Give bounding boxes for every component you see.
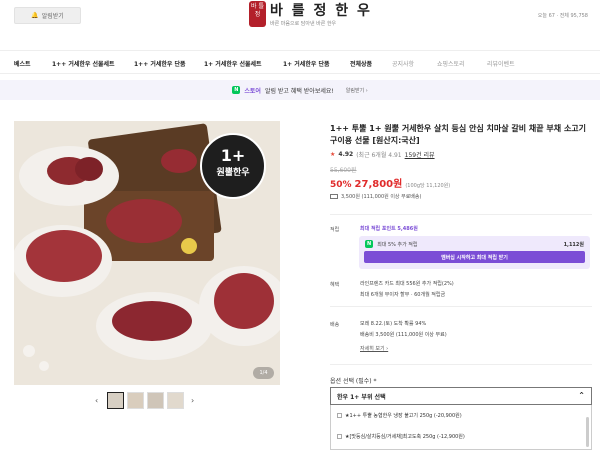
visitor-count: 오늘 67 · 전체 95,758 <box>537 13 588 19</box>
checkbox[interactable] <box>337 413 342 418</box>
notify-button[interactable]: 🔔 알림받기 <box>14 7 81 24</box>
card-label: 혜택 <box>330 282 340 288</box>
nav-item-notice[interactable]: 공지사항 <box>392 59 414 68</box>
review-link[interactable]: 159건 리뷰 <box>405 150 435 159</box>
checkbox[interactable] <box>337 434 342 439</box>
chevron-up-icon: ⌃ <box>578 391 585 400</box>
bell-icon: 🔔 <box>31 12 39 19</box>
grade-badge-bottom: 원뿔한우 <box>216 168 250 178</box>
divider <box>330 364 592 365</box>
store-header: 🔔 알림받기 바 틀 정 바 를 정 한 우 바른 마음으로 담아낸 바른 한우… <box>0 0 600 40</box>
option-select[interactable]: 한우 1+ 부위 선택 ⌃ <box>330 387 592 405</box>
option-list: ★1++ 투뿔 농협한우 냉장 불고기 250g (-20,900원) ★[맛등… <box>330 405 592 450</box>
naver-n-icon: N <box>232 86 241 94</box>
card-benefit-2[interactable]: 최대 6개월 무이자 할부 · 60개월 적립금 <box>360 291 445 298</box>
option-item-2[interactable]: ★[맛등심/살치등심/거세채]최고도축 250g (-12,900원) <box>337 433 465 440</box>
nav-item-1pp-gift[interactable]: 1++ 거세한우 선물세트 <box>52 59 115 68</box>
chevron-left-icon[interactable]: ‹ <box>95 396 98 405</box>
star-icon: ★ <box>330 151 336 158</box>
shipping-info: 3,500원 (111,000원 이상 무료배송) <box>330 193 421 200</box>
brand-title[interactable]: 바 를 정 한 우 <box>270 0 372 20</box>
shipping-text: 3,500원 (111,000원 이상 무료배송) <box>341 194 422 200</box>
thumbnail-2[interactable] <box>127 392 144 409</box>
rating-summary: ★ 4.92 (최근 6개월 4.91 159건 리뷰 <box>330 150 435 159</box>
unit-price: (100g당 11,120원) <box>405 183 451 189</box>
points-label: 적립 <box>330 227 340 233</box>
naver-n-icon: N <box>365 240 374 248</box>
grade-badge-top: 1+ <box>220 146 246 165</box>
option-label: 옵션 선택 (필수) * <box>330 378 377 385</box>
delivery-more-link[interactable]: 자세히 보기 › <box>360 345 388 352</box>
option-selected: 한우 1+ 부위 선택 <box>337 393 386 401</box>
delivery-eta: 모레 8.22.(토) 도착 확률 94% <box>360 321 427 327</box>
divider <box>330 214 592 215</box>
discount-rate: 50% <box>330 180 352 190</box>
option-item-1[interactable]: ★1++ 투뿔 농협한우 냉장 불고기 250g (-20,900원) <box>337 412 462 419</box>
benefit-text: 최대 5% 추가 적립 <box>377 241 418 248</box>
store-label: 스토어 <box>244 87 261 95</box>
notify-banner[interactable]: N 스토어 알림 받고 혜택 받아보세요! 알림받기 › <box>0 80 600 100</box>
rating-note: (최근 6개월 4.91 <box>356 152 402 159</box>
product-title: 1++ 투뿔 1+ 원뿔 거세한우 살치 등심 안심 치마살 갈비 채끝 부채 … <box>330 124 587 145</box>
thumbnail-3[interactable] <box>147 392 164 409</box>
rating-score: 4.92 <box>338 151 354 158</box>
banner-text: 알림 받고 혜택 받아보세요! <box>264 87 334 95</box>
original-price: 55,600원 <box>330 167 357 174</box>
brand-seal-logo[interactable]: 바 틀 정 <box>249 1 266 27</box>
sale-price: 27,800원 <box>354 179 403 190</box>
membership-start-button[interactable]: 멤버십 시작하고 최대 적립 받기 <box>364 251 585 263</box>
thumbnail-1[interactable] <box>107 392 124 409</box>
truck-icon <box>330 194 338 199</box>
nav-item-1p-single[interactable]: 1+ 거세한우 단품 <box>283 59 330 68</box>
chevron-right-icon[interactable]: › <box>191 396 194 405</box>
delivery-label: 배송 <box>330 322 340 328</box>
scrollbar[interactable] <box>586 417 589 447</box>
option-item-label: ★1++ 투뿔 농협한우 냉장 불고기 250g (-20,900원) <box>345 413 462 419</box>
nav-item-review-event[interactable]: 리뷰이벤트 <box>487 59 515 68</box>
divider <box>330 306 592 307</box>
membership-benefit-box: N 최대 5% 추가 적립 1,112원 멤버십 시작하고 최대 적립 받기 <box>359 236 590 269</box>
delivery-fee: 배송비 3,500원 (111,000원 이상 무료) <box>360 332 447 338</box>
nav-item-best[interactable]: 베스트 <box>14 59 31 68</box>
benefit-row: N 최대 5% 추가 적립 1,112원 <box>365 240 584 248</box>
grade-badge: 1+ 원뿔한우 <box>200 133 266 199</box>
card-benefit-1: 라인프렌즈 카드 최대 556원 추가 적립(2%) <box>360 281 454 287</box>
nav-item-1p-gift[interactable]: 1+ 거세한우 선물세트 <box>204 59 262 68</box>
notify-label: 알림받기 <box>41 13 64 20</box>
nav-item-story[interactable]: 쇼핑스토리 <box>437 59 465 68</box>
benefit-amount: 1,112원 <box>563 241 584 248</box>
price-line: 50% 27,800원 (100g당 11,120원) <box>330 175 450 190</box>
banner-notify-link[interactable]: 알림받기 › <box>346 87 368 94</box>
brand-tagline: 바른 마음으로 담아낸 바른 한우 <box>270 21 337 27</box>
option-item-label: ★[맛등심/살치등심/거세채]최고도축 250g (-12,900원) <box>345 434 465 440</box>
nav-item-all[interactable]: 전체상품 <box>350 59 372 68</box>
category-nav: 베스트 1++ 거세한우 선물세트 1++ 거세한우 단품 1+ 거세한우 선물… <box>0 50 600 74</box>
thumbnail-strip: ‹ › <box>95 392 203 410</box>
image-counter: 1/4 <box>253 367 274 379</box>
nav-item-1pp-single[interactable]: 1++ 거세한우 단품 <box>134 59 186 68</box>
max-points: 최대 적립 포인트 5,486원 <box>360 226 418 232</box>
thumbnail-4[interactable] <box>167 392 184 409</box>
